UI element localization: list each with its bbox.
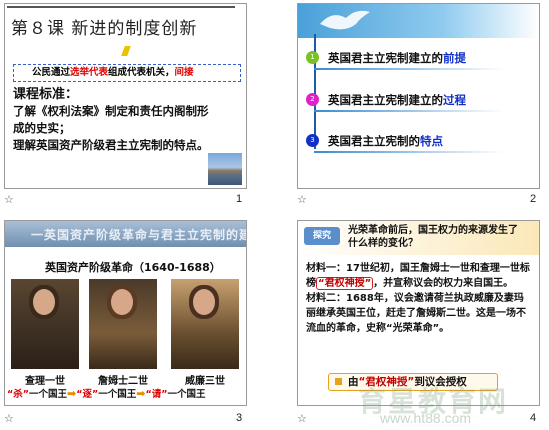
slide-1-title-bar: 第８课 新进的制度创新 [7, 6, 235, 48]
number-badge: 3 [306, 134, 319, 147]
outline-item-3[interactable]: 3 英国君主立宪制的特点 [306, 131, 531, 153]
curriculum-standard: 课程标准： 了解《权利法案》制定和责任内阁制形 成的史实； 理解英国资产阶级君主… [13, 86, 238, 154]
slide-number: 4 [530, 412, 537, 424]
outline-item-1[interactable]: 1 英国君主立宪制建立的前提 [306, 48, 531, 70]
slide-2[interactable]: 1 英国君主立宪制建立的前提 2 英国君主立宪制建立的过程 3 英国君主立宪制的… [297, 3, 540, 189]
explore-question: 光荣革命前后，国王权力的来源发生了什么样的变化？ [348, 225, 518, 249]
portrait-william-iii [171, 279, 239, 369]
material-one: 材料一：17世纪初，国王詹姆士一世和查理一世标榜 “君权神授” ，并宣称议会的权力来… [306, 263, 530, 290]
outline-item-label: 英国君主立宪制的特点 [328, 134, 443, 148]
slide-number: 3 [236, 412, 243, 424]
slide-transition-icon: ☆ [297, 412, 307, 425]
outline-item-label: 英国君主立宪制建立的过程 [328, 93, 466, 107]
highlight-keyword: “君权神授” [316, 277, 374, 290]
underline-bar [314, 110, 504, 112]
slide-3-subtitle: 英国资产阶级革命（1640-1688） [45, 261, 221, 274]
explore-tag: 探究 [304, 227, 340, 245]
underline-bar [314, 68, 504, 70]
dove-icon [320, 10, 370, 30]
watermark-url: www.ht88.com [380, 410, 472, 426]
portrait-james-ii [89, 279, 157, 369]
material-two: 材料二：1688年，议会邀请荷兰执政威廉及妻玛丽继承英国王位，赶走了詹姆斯二世。… [306, 293, 526, 334]
definition-box: 公民通过选举代表组成代表机关，间接 [13, 64, 241, 82]
underline-bar [314, 151, 504, 153]
slide-4-header: 探究 光荣革命前后，国王权力的来源发生了什么样的变化？ [298, 221, 539, 255]
slide-1[interactable]: 第８课 新进的制度创新 公民通过选举代表组成代表机关，间接 课程标准： 了解《权… [4, 3, 247, 189]
curriculum-line: 成的史实； [13, 121, 71, 135]
slide-3-banner: 一英国资产阶级革命与君主立宪制的建立 [5, 221, 246, 247]
outline-item-label: 英国君主立宪制建立的前提 [328, 51, 466, 65]
slide-transition-icon: ☆ [297, 193, 307, 206]
definition-text: 公民通过 [32, 67, 71, 78]
number-badge: 1 [306, 51, 319, 64]
slide-4[interactable]: 探究 光荣革命前后，国王权力的来源发生了什么样的变化？ 材料一：17世纪初，国王… [297, 220, 540, 406]
person-name: 威廉三世 [185, 376, 225, 387]
bullet-icon [335, 378, 342, 385]
source-materials: 材料一：17世纪初，国王詹姆士一世和查理一世标榜 “君权神授” ，并宣称议会的权力来… [306, 261, 531, 336]
slide-number: 1 [236, 193, 243, 205]
definition-keyword: 选举代表 [70, 67, 109, 78]
slide-3[interactable]: 一英国资产阶级革命与君主立宪制的建立 英国资产阶级革命（1640-1688） 查… [4, 220, 247, 406]
kings-sequence: “杀”一个国王➡“逐”一个国王➡“请”一个国王 [7, 387, 206, 400]
slide-number: 2 [530, 193, 537, 205]
slide-transition-icon: ☆ [4, 193, 14, 206]
definition-keyword: 间接 [174, 67, 194, 78]
number-badge: 2 [306, 93, 319, 106]
city-photo [208, 153, 242, 185]
curriculum-line: 理解英国资产阶级君主立宪制的特点。 [13, 138, 209, 152]
curriculum-line: 了解《权利法案》制定和责任内阁制形 [13, 104, 209, 118]
person-name: 詹姆士二世 [98, 376, 148, 387]
definition-text: 组成代表机关， [108, 67, 175, 78]
arrow-right-icon: ➡ [67, 387, 77, 400]
slide-transition-icon: ☆ [4, 412, 14, 425]
slide-1-title: 第８课 新进的制度创新 [11, 19, 198, 39]
slide-3-banner-title: 一英国资产阶级革命与君主立宪制的建立 [31, 228, 247, 242]
portrait-charles-i [11, 279, 79, 369]
curriculum-heading: 课程标准： [13, 87, 79, 102]
outline-item-2[interactable]: 2 英国君主立宪制建立的过程 [306, 90, 531, 112]
person-name: 查理一世 [25, 376, 65, 387]
slide-2-banner [298, 4, 539, 38]
